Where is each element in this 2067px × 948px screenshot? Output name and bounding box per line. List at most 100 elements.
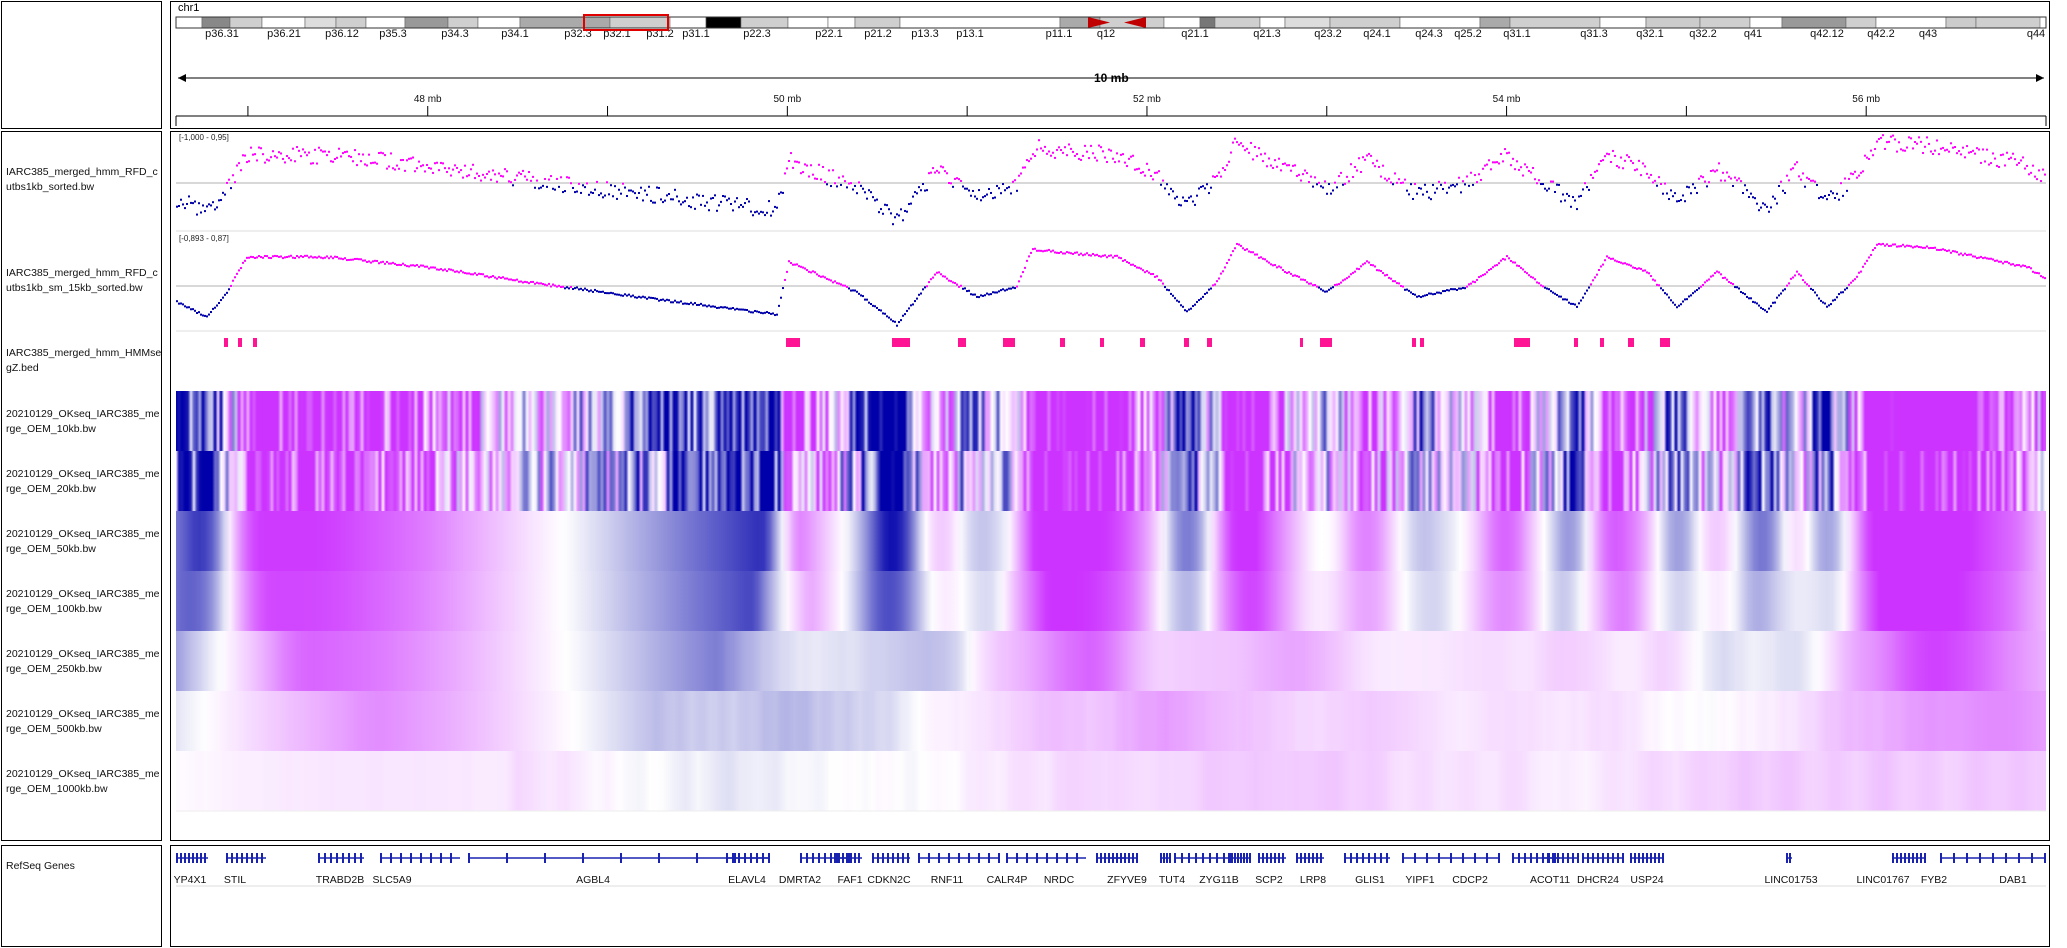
rfd-15kb-point: [1176, 299, 1178, 302]
rfd-15kb-point: [536, 281, 538, 284]
rfd-15kb-point: [682, 302, 684, 305]
rfd-1kb-point: [364, 163, 366, 166]
rfd-15kb-point: [650, 296, 652, 299]
rfd-15kb-point: [1326, 290, 1328, 293]
rfd-1kb-point: [580, 191, 582, 194]
rfd-1kb-point: [1704, 180, 1706, 183]
rfd-15kb-point: [1090, 254, 1092, 257]
rfd-1kb-point: [1936, 139, 1938, 142]
rfd-1kb-point: [590, 191, 592, 194]
rfd-1kb-point: [1114, 161, 1116, 164]
rfd-1kb-point: [1362, 156, 1364, 159]
rfd-1kb-point: [1770, 206, 1772, 209]
rfd-15kb-point: [184, 305, 186, 308]
rfd-1kb-point: [1688, 186, 1690, 189]
rfd-15kb-point: [344, 257, 346, 260]
rfd-1kb-point: [1740, 180, 1742, 183]
gene-exon: [336, 853, 338, 863]
rfd-1kb-point: [470, 168, 472, 171]
rfd-15kb-point: [864, 298, 866, 301]
gene-exon: [196, 853, 198, 863]
rfd-15kb-point: [1360, 265, 1362, 268]
rfd-15kb-point: [496, 277, 498, 280]
rfd-1kb-point: [1628, 156, 1630, 159]
rfd-15kb-point: [294, 257, 296, 260]
gene-exon: [824, 853, 826, 863]
rfd-15kb-point: [388, 262, 390, 265]
rfd-15kb-point: [898, 321, 900, 324]
rfd-15kb-point: [1370, 263, 1372, 266]
rfd-15kb-point: [258, 255, 260, 258]
rfd-15kb-point: [1456, 288, 1458, 291]
rfd-15kb-point: [1012, 286, 1014, 289]
rfd-15kb-point: [512, 279, 514, 282]
gene-exon: [2005, 853, 2007, 863]
rfd-15kb-point: [1390, 277, 1392, 280]
rfd-1kb-point: [1124, 161, 1126, 164]
rfd-1kb-point: [1920, 140, 1922, 143]
rfd-1kb-point: [464, 164, 466, 167]
rfd-15kb-point: [810, 271, 812, 274]
rfd-1kb-point: [858, 181, 860, 184]
gene-exon: [2018, 853, 2020, 863]
rfd-1kb-point: [342, 152, 344, 155]
rfd-1kb-point: [616, 197, 618, 200]
rfd-1kb-point: [1782, 189, 1784, 192]
rfd-1kb-point: [854, 184, 856, 187]
rfd-15kb-point: [912, 303, 914, 306]
gene-exon: [1966, 853, 1968, 863]
rfd-15kb-point: [1092, 252, 1094, 255]
ideogram-band: [899, 16, 1061, 29]
rfd-15kb-point: [1994, 259, 1996, 262]
rfd-1kb-point: [1552, 180, 1554, 183]
rfd-1kb-point: [1370, 154, 1372, 157]
rfd-15kb-point: [936, 271, 938, 274]
rfd-1kb-point: [1082, 154, 1084, 157]
rfd-1kb-point: [1250, 141, 1252, 144]
rfd-15kb-point: [1286, 271, 1288, 274]
rfd-1kb-point: [742, 205, 744, 208]
rfd-1kb-point: [326, 154, 328, 157]
rfd-15kb-point: [428, 267, 430, 270]
rfd-15kb-point: [356, 257, 358, 260]
rfd-15kb-point: [2002, 262, 2004, 265]
rfd-1kb-point: [1982, 148, 1984, 151]
rfd-15kb-point: [982, 294, 984, 297]
gene-exon: [1181, 853, 1183, 863]
rfd-15kb-point: [968, 289, 970, 292]
rfd-15kb-point: [1792, 276, 1794, 279]
rfd-15kb-point: [236, 272, 238, 275]
rfd-1kb-point: [1188, 196, 1190, 199]
rfd-15kb-point: [1652, 278, 1654, 281]
rfd-15kb-point: [950, 280, 952, 283]
rfd-15kb-point: [1826, 305, 1828, 308]
rfd-1kb-point: [302, 148, 304, 151]
rfd-15kb-point: [1508, 257, 1510, 260]
rfd-1kb-point: [1414, 182, 1416, 185]
rfd-1kb-point: [1568, 194, 1570, 197]
rfd-15kb-point: [1546, 287, 1548, 290]
rfd-1kb-point: [1958, 150, 1960, 153]
rfd-15kb-point: [1560, 295, 1562, 298]
rfd-15kb-point: [902, 314, 904, 317]
rfd-1kb-point: [874, 199, 876, 202]
rfd-15kb-point: [1052, 249, 1054, 252]
gene-exon: [830, 853, 832, 863]
rfd-1kb-point: [976, 197, 978, 200]
rfd-15kb-point: [532, 280, 534, 283]
rfd-15kb-point: [1358, 268, 1360, 271]
rfd-1kb-point: [1480, 178, 1482, 181]
rfd-15kb-point: [1018, 280, 1020, 283]
rfd-1kb-point: [1570, 205, 1572, 208]
rfd-1kb-point: [706, 201, 708, 204]
rfd-15kb-point: [1118, 256, 1120, 259]
rfd-1kb-point: [1550, 180, 1552, 183]
rfd-1kb-point: [562, 191, 564, 194]
rfd-1kb-point: [1066, 154, 1068, 157]
rfd-1kb-point: [280, 152, 282, 155]
rfd-15kb-point: [918, 293, 920, 296]
gene-exon: [1036, 853, 1038, 863]
rfd-1kb-point: [1886, 141, 1888, 144]
rfd-15kb-point: [944, 275, 946, 278]
rfd-1kb-point: [1700, 175, 1702, 178]
